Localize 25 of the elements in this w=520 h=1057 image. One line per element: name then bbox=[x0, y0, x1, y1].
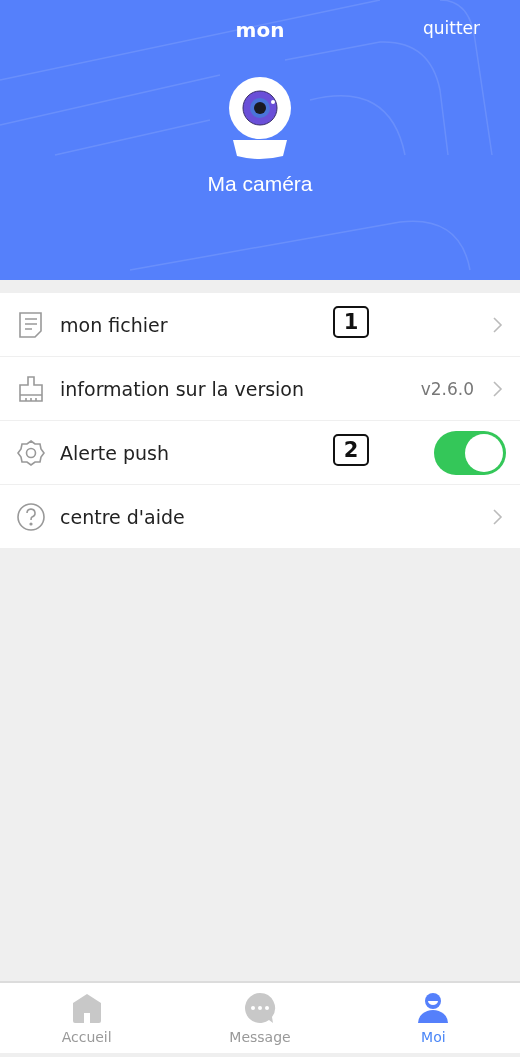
chevron-icon bbox=[492, 315, 504, 334]
row-label: mon fichier bbox=[60, 313, 168, 336]
version-value: v2.6.0 bbox=[420, 378, 474, 399]
brush-icon bbox=[16, 373, 46, 404]
device-name: Ma caméra bbox=[207, 172, 313, 196]
tab[interactable]: Moi bbox=[346, 983, 520, 1053]
page-title: mon bbox=[235, 18, 285, 42]
chat-icon bbox=[243, 991, 277, 1025]
person-icon bbox=[416, 991, 451, 1025]
callout-marker: 2 bbox=[333, 434, 369, 466]
quit-link[interactable]: quitter bbox=[422, 18, 480, 38]
menu-row[interactable]: mon fichier 1 bbox=[0, 293, 520, 356]
chevron-icon bbox=[492, 507, 504, 526]
menu-row[interactable]: centre d'aide bbox=[0, 485, 520, 548]
gear-icon bbox=[16, 437, 46, 468]
row-label: information sur la version bbox=[60, 377, 305, 400]
help-icon bbox=[16, 501, 46, 532]
row-label: centre d'aide bbox=[60, 505, 185, 528]
push-toggle[interactable] bbox=[434, 430, 506, 475]
menu-row[interactable]: information sur la version v2.6.0 bbox=[0, 357, 520, 420]
menu-row[interactable]: Alerte push 2 bbox=[0, 421, 520, 484]
callout-marker: 1 bbox=[333, 306, 369, 338]
camera-avatar-icon bbox=[227, 76, 293, 160]
row-label: Alerte push bbox=[60, 441, 169, 464]
chevron-icon bbox=[492, 379, 504, 398]
